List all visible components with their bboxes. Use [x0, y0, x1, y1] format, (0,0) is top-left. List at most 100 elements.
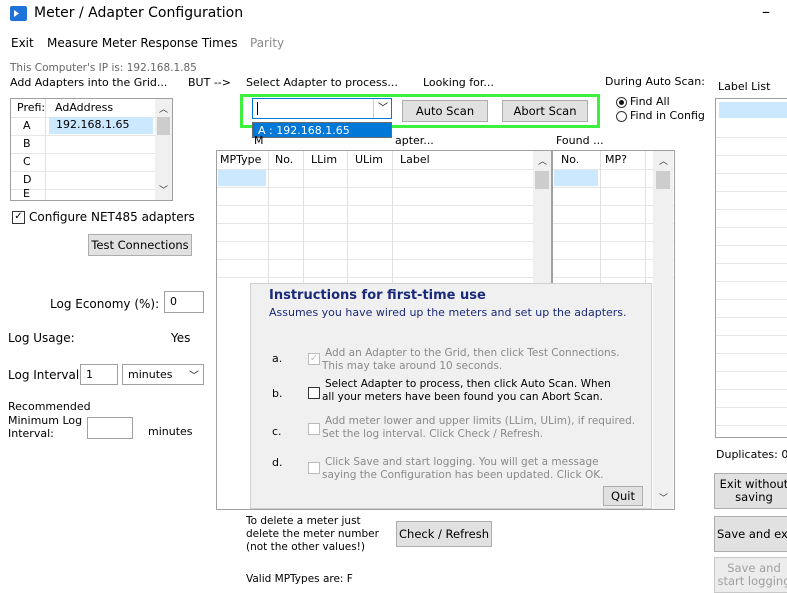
- grid-header-address: AdAddress: [55, 101, 114, 114]
- menu-exit[interactable]: Exit: [11, 36, 34, 50]
- text-caret: [257, 102, 258, 115]
- meter-grid-scrollbar[interactable]: ︿: [533, 151, 551, 291]
- find-all-label: Find All: [630, 95, 670, 108]
- meter-header-no: No.: [275, 153, 294, 166]
- label-list-selected-row[interactable]: [719, 102, 787, 118]
- chevron-down-icon: ﹀: [189, 371, 199, 382]
- interval-label: Interval:: [8, 427, 54, 440]
- duplicates-label: Duplicates: 0: [716, 448, 787, 461]
- menu-measure-response[interactable]: Measure Meter Response Times: [47, 36, 237, 50]
- found-grid-scrollbar[interactable]: ︿ ﹀: [653, 151, 673, 509]
- configure-net485-checkbox[interactable]: ✓: [12, 211, 25, 224]
- step-c-letter: c.: [272, 425, 282, 438]
- log-interval-unit-value: minutes: [128, 368, 173, 381]
- adapter-option-a[interactable]: A : 192.168.1.65: [252, 122, 392, 138]
- find-in-config-label: Find in Config: [630, 109, 705, 122]
- instructions-subtitle: Assumes you have wired up the meters and…: [269, 306, 627, 319]
- grid-cell-prefix: C: [23, 155, 31, 168]
- step-c-line2: Set the log interval. Click Check / Refr…: [322, 428, 544, 440]
- table-row[interactable]: C: [11, 153, 172, 172]
- chevron-down-icon[interactable]: ﹀: [659, 491, 668, 504]
- step-b-checkbox[interactable]: [308, 387, 320, 399]
- app-icon: [10, 6, 27, 21]
- ip-label: This Computer's IP is: 192.168.1.85: [10, 62, 197, 74]
- exit-without-line2: saving: [735, 490, 773, 504]
- menu-bar: Exit Measure Meter Response Times Parity: [0, 36, 400, 56]
- label-list[interactable]: [715, 98, 787, 438]
- step-d-letter: d.: [272, 456, 283, 469]
- meter-header-mptype: MPType: [220, 153, 262, 166]
- log-usage-value: Yes: [171, 331, 191, 345]
- step-c-checkbox[interactable]: [308, 423, 320, 435]
- step-d-line1: Click Save and start logging. You will g…: [325, 456, 599, 468]
- table-row[interactable]: D: [11, 171, 172, 190]
- minimum-log-unit: minutes: [148, 425, 193, 438]
- quit-button[interactable]: Quit: [603, 486, 643, 506]
- during-auto-scan-label: During Auto Scan:: [605, 75, 705, 88]
- delete-note-line2: delete the meter number: [246, 528, 379, 540]
- grid-header-prefix: Prefi:: [17, 101, 46, 114]
- find-in-config-radio[interactable]: [616, 111, 627, 122]
- meters-label-suffix: apter...: [395, 134, 434, 147]
- instructions-panel: Instructions for first-time use Assumes …: [250, 283, 652, 509]
- adapter-grid-scrollbar[interactable]: ︿ ﹀: [155, 99, 172, 200]
- step-a-checkbox[interactable]: ✓: [308, 353, 320, 365]
- menu-parity[interactable]: Parity: [250, 36, 284, 50]
- log-interval-label: Log Interval:: [8, 368, 84, 382]
- looking-for-label: Looking for...: [423, 76, 494, 89]
- table-row[interactable]: A 192.168.1.65: [11, 117, 172, 136]
- chevron-up-icon[interactable]: ︿: [159, 102, 168, 115]
- table-row[interactable]: E: [11, 187, 172, 200]
- step-d-line2: saying the Configuration has been update…: [322, 469, 604, 481]
- minimum-log-interval-output: [87, 417, 133, 439]
- step-d-checkbox[interactable]: [308, 462, 320, 474]
- log-economy-label: Log Economy (%):: [50, 297, 160, 311]
- chevron-down-icon[interactable]: ﹀: [159, 183, 168, 196]
- log-economy-input[interactable]: 0: [164, 291, 204, 313]
- window-title: Meter / Adapter Configuration: [34, 5, 244, 21]
- instructions-title: Instructions for first-time use: [269, 288, 486, 303]
- grid-cell-prefix: B: [23, 137, 31, 150]
- valid-mptypes-label: Valid MPTypes are: F: [246, 573, 353, 585]
- found-header-no: No.: [561, 153, 580, 166]
- grid-cell-prefix: E: [23, 187, 30, 200]
- test-connections-button[interactable]: Test Connections: [88, 234, 192, 256]
- select-adapter-label: Select Adapter to process...: [246, 76, 398, 89]
- abort-scan-button[interactable]: Abort Scan: [502, 100, 588, 122]
- step-a-letter: a.: [272, 352, 283, 365]
- found-header-mp: MP?: [605, 153, 627, 166]
- grid-cell-selected[interactable]: 192.168.1.65: [49, 117, 153, 134]
- recommended-label: Recommended: [8, 400, 91, 413]
- log-interval-input[interactable]: 1: [80, 364, 118, 385]
- found-label: Found ...: [556, 134, 604, 147]
- chevron-up-icon[interactable]: ︿: [659, 154, 668, 167]
- but-arrow-label: BUT -->: [188, 76, 231, 89]
- log-usage-label: Log Usage:: [8, 331, 75, 345]
- add-adapters-label: Add Adapters into the Grid...: [10, 76, 168, 89]
- delete-note-line3: (not the other values!): [246, 541, 365, 553]
- adapter-select[interactable]: ﹀: [252, 98, 392, 119]
- meter-header-ulim: ULim: [355, 153, 383, 166]
- check-refresh-button[interactable]: Check / Refresh: [396, 521, 492, 547]
- delete-note-line1: To delete a meter just: [246, 515, 361, 527]
- chevron-down-icon[interactable]: ﹀: [373, 99, 392, 118]
- save-and-exit-button[interactable]: Save and exi: [714, 516, 787, 552]
- step-b-line2: all your meters have been found you can …: [322, 391, 603, 403]
- grid-cell-prefix: A: [23, 119, 31, 132]
- step-a-line2: This may take around 10 seconds.: [322, 360, 503, 372]
- minimize-button[interactable]: –: [762, 2, 770, 21]
- find-all-radio[interactable]: [616, 97, 627, 108]
- auto-scan-button[interactable]: Auto Scan: [402, 100, 488, 122]
- label-list-title: Label List: [718, 80, 771, 93]
- step-b-line1: Select Adapter to process, then click Au…: [325, 378, 611, 390]
- chevron-up-icon[interactable]: ︿: [538, 154, 547, 167]
- table-row[interactable]: B: [11, 135, 172, 154]
- adapter-grid[interactable]: Prefi: AdAddress A 192.168.1.65 B C D E …: [10, 98, 173, 201]
- configure-net485-label: Configure NET485 adapters: [29, 210, 195, 224]
- exit-without-saving-button[interactable]: Exit without saving: [714, 473, 787, 509]
- save-start-line2: start logging: [717, 574, 787, 588]
- save-and-start-logging-button[interactable]: Save and start logging: [714, 557, 787, 593]
- log-interval-unit-select[interactable]: minutes ﹀: [122, 364, 204, 385]
- meter-header-llim: LLim: [311, 153, 338, 166]
- minimum-log-label: Minimum Log: [8, 414, 83, 427]
